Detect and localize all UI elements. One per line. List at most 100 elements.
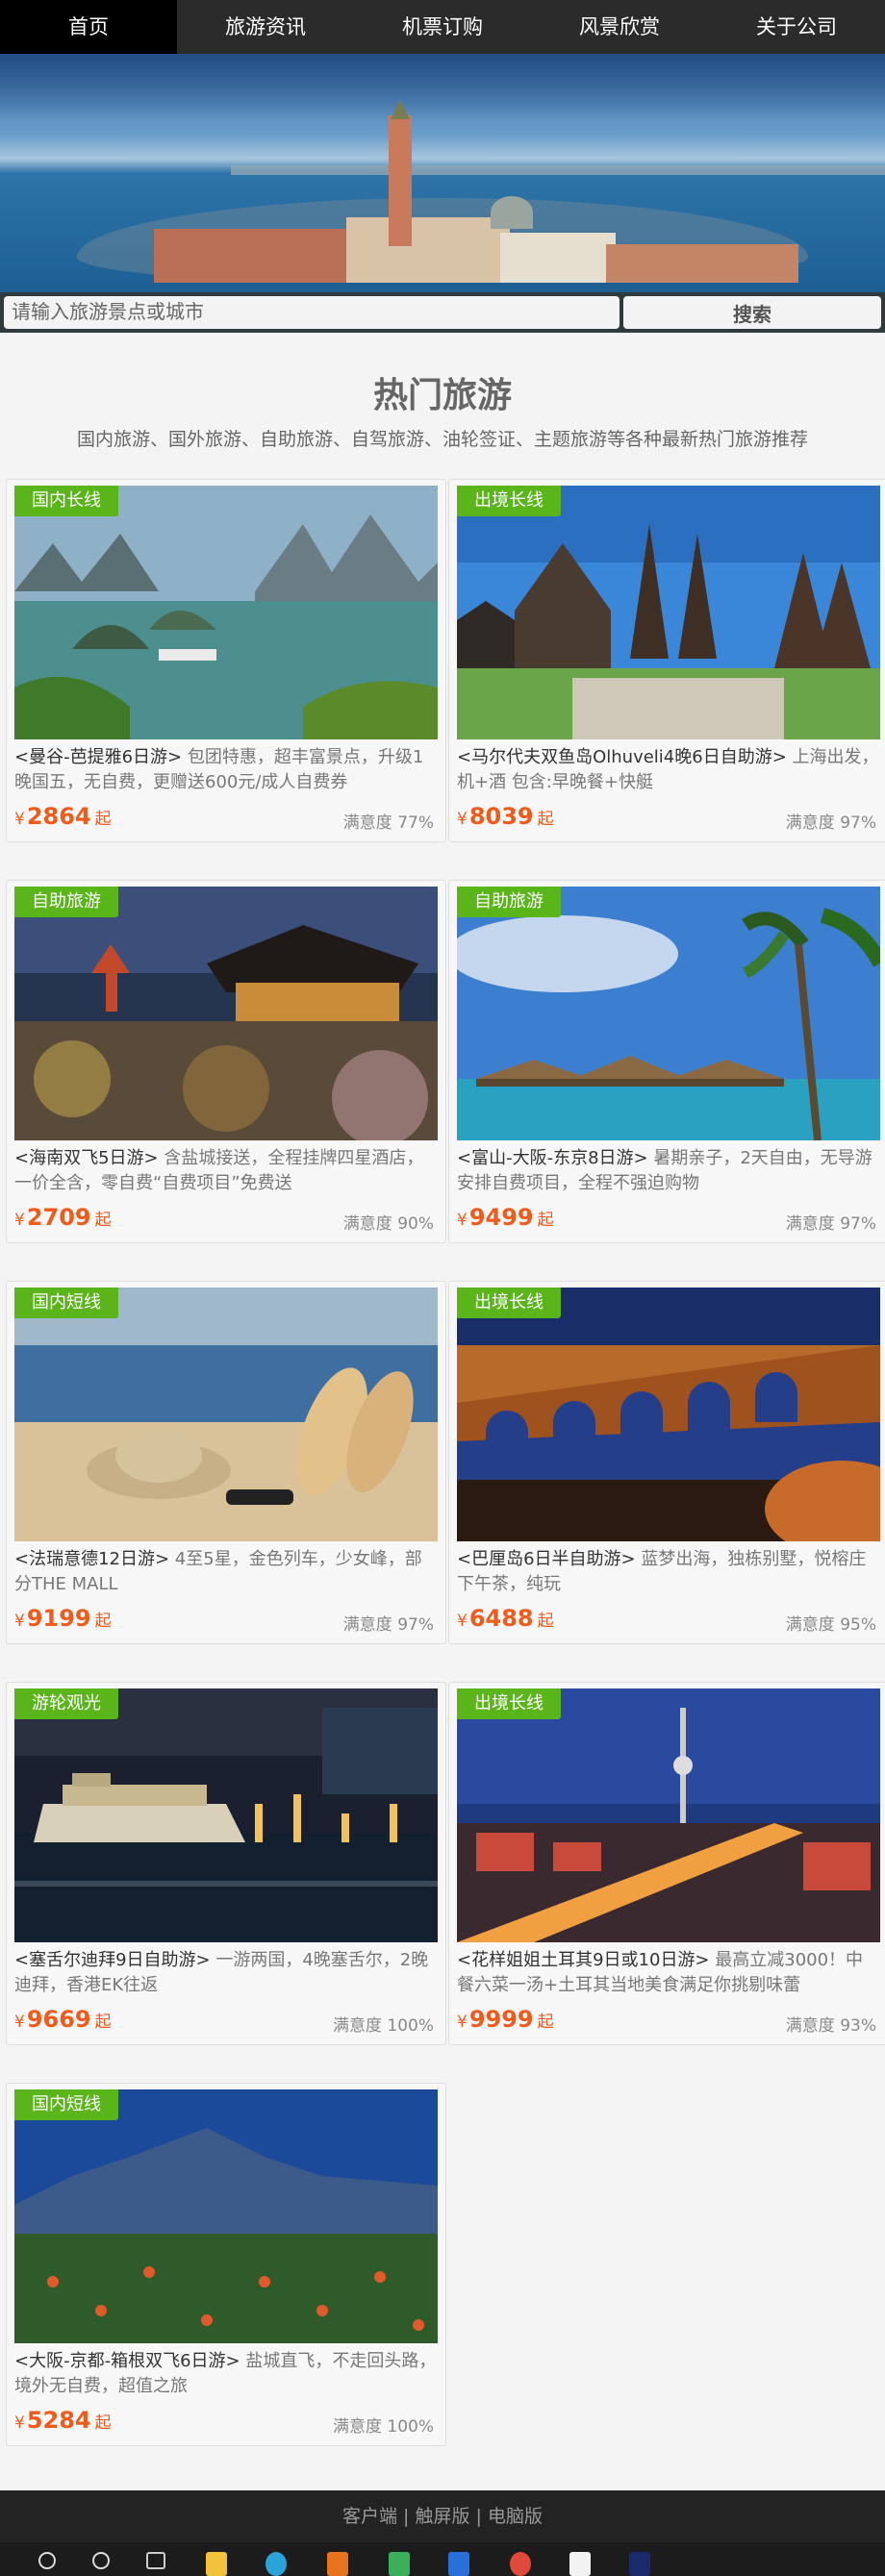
price-suffix: 起 bbox=[537, 1612, 554, 1631]
currency-symbol: ¥ bbox=[457, 1211, 468, 1230]
satisfaction-rate: 满意度 93% bbox=[785, 2016, 876, 2036]
price-value: 6488 bbox=[468, 1605, 534, 1632]
tour-card[interactable]: 出境长线 <马尔代夫双鱼岛Olhuveli4晚6日自助游> 上海出发，机+酒 包… bbox=[448, 479, 885, 842]
search-bar: 搜索 bbox=[0, 292, 885, 333]
task-view-icon[interactable] bbox=[146, 2552, 165, 2569]
tour-description: <塞舌尔迪拜9日自助游> 一游两国，4晚塞舌尔，2晚迪拜，香港EK往返 bbox=[14, 1948, 438, 1998]
nav-item-flight-booking[interactable]: 机票订购 bbox=[354, 0, 531, 54]
category-tag: 出境长线 bbox=[457, 486, 561, 516]
tour-card[interactable]: 出境长线 <巴厘岛6日半自助游> 蓝梦出海，独栋别墅，悦榕庄下午茶，纯玩 ¥64… bbox=[448, 1281, 885, 1644]
app-icon[interactable] bbox=[569, 2552, 591, 2576]
section-subtitle: 国内旅游、国外旅游、自助旅游、自驾旅游、油轮签证、主题旅游等各种最新热门旅游推荐 bbox=[76, 429, 808, 450]
tour-description: <富山-大阪-东京8日游> 暑期亲子，2天自由，无导游安排自费项目，全程不强迫购… bbox=[457, 1146, 880, 1196]
currency-symbol: ¥ bbox=[14, 810, 25, 829]
price-suffix: 起 bbox=[94, 2413, 112, 2433]
tour-card[interactable]: 国内长线 <曼谷-芭提雅6日游> 包团特惠，超丰富景点，升级1晚国五，无自费，更… bbox=[6, 479, 446, 842]
search-input[interactable] bbox=[4, 296, 620, 329]
tour-description: <花样姐姐土耳其9日或10日游> 最高立减3000！中餐六菜一汤+土耳其当地美食… bbox=[457, 1948, 880, 1998]
footer-link-touch[interactable]: 触屏版 bbox=[415, 2506, 469, 2527]
tour-name[interactable]: <花样姐姐土耳其9日或10日游> bbox=[457, 1950, 710, 1970]
price-suffix: 起 bbox=[537, 810, 554, 829]
tour-image bbox=[457, 1688, 880, 1942]
footer: 客户端 | 触屏版 | 电脑版 bbox=[0, 2490, 885, 2542]
tour-image bbox=[14, 1688, 438, 1942]
tour-price: ¥9999 起 bbox=[457, 2006, 554, 2033]
edge-icon[interactable] bbox=[266, 2552, 287, 2576]
category-tag: 国内短线 bbox=[14, 1288, 118, 1318]
app-icon[interactable] bbox=[448, 2552, 469, 2576]
tour-card[interactable]: 国内短线 <法瑞意德12日游> 4至5星，金色列车，少女峰，部分THE MALL… bbox=[6, 1281, 446, 1644]
banner-image bbox=[0, 54, 885, 292]
price-value: 2864 bbox=[26, 803, 91, 830]
tour-card[interactable]: 自助旅游 <富山-大阪-东京8日游> 暑期亲子，2天自由，无导游安排自费项目，全… bbox=[448, 880, 885, 1243]
price-suffix: 起 bbox=[94, 1612, 112, 1631]
nav-item-home[interactable]: 首页 bbox=[0, 0, 177, 54]
tour-price: ¥6488 起 bbox=[457, 1605, 554, 1632]
satisfaction-rate: 满意度 100% bbox=[332, 2016, 434, 2036]
tour-image bbox=[14, 887, 438, 1140]
satisfaction-rate: 满意度 100% bbox=[332, 2417, 434, 2437]
tour-image bbox=[14, 2089, 438, 2343]
app-icon[interactable] bbox=[389, 2552, 410, 2576]
footer-separator: | bbox=[397, 2506, 416, 2527]
tour-card[interactable]: 出境长线 <花样姐姐土耳其9日或10日游> 最高立减3000！中餐六菜一汤+土耳… bbox=[448, 1682, 885, 2045]
tour-name[interactable]: <海南双飞5日游> bbox=[14, 1148, 159, 1168]
tour-price: ¥9199 起 bbox=[14, 1605, 112, 1632]
folder-icon[interactable] bbox=[206, 2552, 227, 2576]
satisfaction-rate: 满意度 97% bbox=[785, 813, 876, 833]
tour-image bbox=[14, 486, 438, 739]
tour-description: <海南双飞5日游> 含盐城接送，全程挂牌四星酒店，一价全含，零自费“自费项目”免… bbox=[14, 1146, 438, 1196]
price-value: 5284 bbox=[26, 2407, 91, 2434]
nav-item-about[interactable]: 关于公司 bbox=[708, 0, 885, 54]
category-tag: 出境长线 bbox=[457, 1288, 561, 1318]
tour-card[interactable]: 游轮观光 <塞舌尔迪拜9日自助游> 一游两国，4晚塞舌尔，2晚迪拜，香港EK往返… bbox=[6, 1682, 446, 2045]
price-value: 2709 bbox=[26, 1204, 91, 1231]
search-icon[interactable] bbox=[38, 2552, 56, 2569]
category-tag: 自助旅游 bbox=[14, 887, 118, 917]
tour-name[interactable]: <富山-大阪-东京8日游> bbox=[457, 1148, 648, 1168]
footer-separator: | bbox=[469, 2506, 488, 2527]
tour-image bbox=[457, 486, 880, 739]
currency-symbol: ¥ bbox=[14, 1612, 25, 1631]
search-icon[interactable] bbox=[92, 2552, 110, 2569]
tour-image bbox=[457, 887, 880, 1140]
chrome-icon[interactable] bbox=[510, 2552, 531, 2576]
currency-symbol: ¥ bbox=[457, 810, 468, 829]
nav-item-travel-news[interactable]: 旅游资讯 bbox=[177, 0, 354, 54]
price-value: 9199 bbox=[26, 1605, 91, 1632]
tour-description: <曼谷-芭提雅6日游> 包团特惠，超丰富景点，升级1晚国五，无自费，更赠送600… bbox=[14, 745, 438, 795]
price-suffix: 起 bbox=[94, 810, 112, 829]
tour-image bbox=[14, 1288, 438, 1541]
tour-name[interactable]: <塞舌尔迪拜9日自助游> bbox=[14, 1950, 211, 1970]
satisfaction-rate: 满意度 90% bbox=[342, 1214, 434, 1234]
price-suffix: 起 bbox=[537, 1211, 554, 1230]
tour-name[interactable]: <法瑞意德12日游> bbox=[14, 1549, 169, 1569]
nav-item-scenery[interactable]: 风景欣赏 bbox=[531, 0, 708, 54]
currency-symbol: ¥ bbox=[457, 1612, 468, 1631]
currency-symbol: ¥ bbox=[457, 2013, 468, 2032]
tour-description: <巴厘岛6日半自助游> 蓝梦出海，独栋别墅，悦榕庄下午茶，纯玩 bbox=[457, 1547, 880, 1597]
category-tag: 自助旅游 bbox=[457, 887, 561, 917]
satisfaction-rate: 满意度 95% bbox=[785, 1615, 876, 1635]
footer-link-client[interactable]: 客户端 bbox=[342, 2506, 397, 2527]
photoshop-icon[interactable] bbox=[629, 2552, 650, 2576]
tour-price: ¥9499 起 bbox=[457, 1204, 554, 1231]
tour-name[interactable]: <曼谷-芭提雅6日游> bbox=[14, 747, 182, 767]
footer-link-desktop[interactable]: 电脑版 bbox=[488, 2506, 543, 2527]
currency-symbol: ¥ bbox=[14, 1211, 25, 1230]
tour-image bbox=[457, 1288, 880, 1541]
tour-price: ¥8039 起 bbox=[457, 803, 554, 830]
tour-description: <马尔代夫双鱼岛Olhuveli4晚6日自助游> 上海出发，机+酒 包含:早晚餐… bbox=[457, 745, 880, 795]
sublime-icon[interactable] bbox=[327, 2552, 348, 2576]
tour-name[interactable]: <巴厘岛6日半自助游> bbox=[457, 1549, 636, 1569]
search-button[interactable]: 搜索 bbox=[623, 296, 881, 329]
tour-card[interactable]: 自助旅游 <海南双飞5日游> 含盐城接送，全程挂牌四星酒店，一价全含，零自费“自… bbox=[6, 880, 446, 1243]
currency-symbol: ¥ bbox=[14, 2413, 25, 2433]
tour-name[interactable]: <马尔代夫双鱼岛Olhuveli4晚6日自助游> bbox=[457, 747, 787, 767]
price-value: 8039 bbox=[468, 803, 534, 830]
tour-name[interactable]: <大阪-京都-箱根双飞6日游> bbox=[14, 2351, 240, 2371]
tour-card[interactable]: 国内短线 <大阪-京都-箱根双飞6日游> 盐城直飞，不走回头路，境外无自费，超值… bbox=[6, 2083, 446, 2446]
currency-symbol: ¥ bbox=[14, 2013, 25, 2032]
price-value: 9669 bbox=[26, 2006, 91, 2033]
tour-price: ¥5284 起 bbox=[14, 2407, 112, 2434]
